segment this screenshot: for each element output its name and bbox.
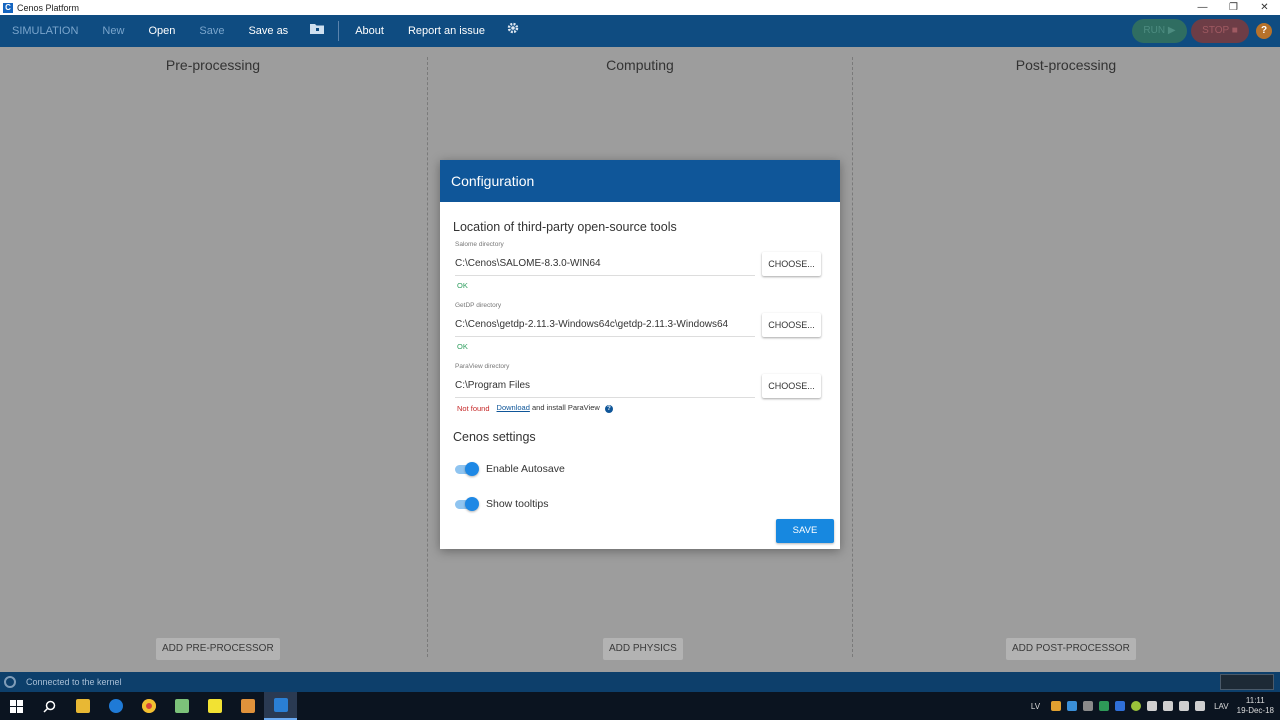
kernel-status-text: Connected to the kernel <box>26 677 122 687</box>
add-preprocessor-button[interactable]: ADD PRE-PROCESSOR <box>156 638 280 660</box>
clock-time: 11:11 <box>1245 696 1265 705</box>
network-icon[interactable] <box>1163 701 1174 711</box>
dialog-title: Configuration <box>440 160 840 202</box>
column-divider <box>427 57 428 657</box>
chrome-icon[interactable] <box>132 692 165 720</box>
dialog-body: Location of third-party open-source tool… <box>440 220 840 511</box>
window-title: Cenos Platform <box>17 2 80 13</box>
dropbox-icon[interactable] <box>1115 701 1126 711</box>
configuration-dialog: Configuration Location of third-party op… <box>440 160 840 549</box>
volume-icon[interactable] <box>1179 701 1190 711</box>
tray-app-icon[interactable] <box>1099 701 1110 711</box>
edge-icon[interactable] <box>99 692 132 720</box>
stop-button[interactable]: STOP ■ <box>1191 19 1249 43</box>
start-button[interactable] <box>0 692 33 720</box>
kernel-status-icon <box>4 676 16 688</box>
salome-choose-button[interactable]: CHOOSE... <box>762 252 821 276</box>
clock[interactable]: 11:11 19-Dec-18 <box>1229 696 1280 716</box>
window-controls: — ❐ ✕ <box>1187 0 1280 15</box>
save-button[interactable]: SAVE <box>776 519 834 543</box>
getdp-directory-input[interactable]: C:\Cenos\getdp-2.11.3-Windows64c\getdp-2… <box>455 313 755 337</box>
download-paraview-link[interactable]: Download <box>497 403 530 412</box>
column-divider <box>852 57 853 657</box>
app-cube-icon[interactable] <box>231 692 264 720</box>
report-issue-button[interactable]: Report an issue <box>396 15 497 47</box>
add-postprocessor-button[interactable]: ADD POST-PROCESSOR <box>1006 638 1136 660</box>
autosave-row: Enable Autosave <box>455 462 827 476</box>
salome-status: OK <box>457 281 468 290</box>
tools-section-title: Location of third-party open-source tool… <box>453 220 677 234</box>
folder-icon[interactable] <box>300 15 334 47</box>
restore-button[interactable]: ❐ <box>1218 0 1249 15</box>
add-physics-button[interactable]: ADD PHYSICS <box>603 638 683 660</box>
help-icon[interactable]: ? <box>1256 23 1272 39</box>
computing-title: Computing <box>606 57 674 73</box>
paraview-directory-input[interactable]: C:\Program Files <box>455 374 755 398</box>
paraview-field-row: C:\Program Files CHOOSE... <box>453 374 827 398</box>
tray-app-icon[interactable] <box>1083 701 1094 711</box>
preprocessing-title: Pre-processing <box>165 57 261 73</box>
battery-icon[interactable] <box>1195 701 1206 711</box>
clock-date: 19-Dec-18 <box>1236 706 1274 715</box>
postprocessing-title: Post-processing <box>1015 57 1117 73</box>
toolbar-divider <box>338 21 340 41</box>
autosave-toggle[interactable] <box>455 462 479 476</box>
cenos-app-icon: C <box>3 2 13 13</box>
salome-field-row: C:\Cenos\SALOME-8.3.0-WIN64 CHOOSE... <box>453 252 827 276</box>
save-toolbar-button[interactable]: Save <box>187 15 236 47</box>
salome-directory-input[interactable]: C:\Cenos\SALOME-8.3.0-WIN64 <box>455 252 755 276</box>
salome-label: Salome directory <box>455 241 504 248</box>
file-explorer-icon[interactable] <box>66 692 99 720</box>
tooltips-label: Show tooltips <box>486 498 549 510</box>
save-as-button[interactable]: Save as <box>236 15 300 47</box>
language-indicator[interactable]: LV <box>1031 702 1040 711</box>
paraview-status: Not found <box>457 403 490 413</box>
app-toolbar: SIMULATION New Open Save Save as About R… <box>0 15 1280 47</box>
autosave-label: Enable Autosave <box>486 463 565 475</box>
getdp-field-row: C:\Cenos\getdp-2.11.3-Windows64c\getdp-2… <box>453 313 827 337</box>
tooltips-toggle[interactable] <box>455 497 479 511</box>
sticky-notes-icon[interactable] <box>198 692 231 720</box>
tray-app-icon[interactable] <box>1131 701 1142 711</box>
status-bar: Connected to the kernel <box>0 672 1280 692</box>
tray-app-icon[interactable] <box>1051 701 1062 711</box>
minimize-button[interactable]: — <box>1187 0 1218 15</box>
tray-app-icon[interactable] <box>1067 701 1078 711</box>
tooltips-row: Show tooltips <box>455 497 827 511</box>
cenos-taskbar-icon[interactable] <box>264 692 297 720</box>
paraview-label: ParaView directory <box>455 363 510 370</box>
paraview-status-row: Not found Download and install ParaView … <box>457 403 827 413</box>
open-button[interactable]: Open <box>136 15 187 47</box>
install-paraview-text: and install ParaView <box>531 403 600 412</box>
notepad-icon[interactable] <box>165 692 198 720</box>
keyboard-layout[interactable]: LAV <box>1214 702 1229 711</box>
about-button[interactable]: About <box>343 15 396 47</box>
window-titlebar: C Cenos Platform — ❐ ✕ <box>0 0 1280 15</box>
new-button[interactable]: New <box>90 15 136 47</box>
usb-icon[interactable] <box>1147 701 1158 711</box>
question-icon[interactable]: ? <box>604 405 613 413</box>
windows-taskbar: LV LAV 11:11 19-Dec-18 <box>0 692 1280 720</box>
gear-icon[interactable] <box>497 15 529 47</box>
close-button[interactable]: ✕ <box>1249 0 1280 15</box>
settings-section-title: Cenos settings <box>453 430 536 444</box>
getdp-label: GetDP directory <box>455 302 502 309</box>
console-thumbnail[interactable] <box>1220 674 1274 690</box>
paraview-choose-button[interactable]: CHOOSE... <box>762 374 821 398</box>
run-button[interactable]: RUN ▶ <box>1132 19 1187 43</box>
system-tray: LV LAV 11:11 19-Dec-18 <box>1031 692 1280 720</box>
getdp-choose-button[interactable]: CHOOSE... <box>762 313 821 337</box>
simulation-menu[interactable]: SIMULATION <box>0 15 90 47</box>
getdp-status: OK <box>457 342 468 351</box>
search-icon[interactable] <box>33 692 66 720</box>
